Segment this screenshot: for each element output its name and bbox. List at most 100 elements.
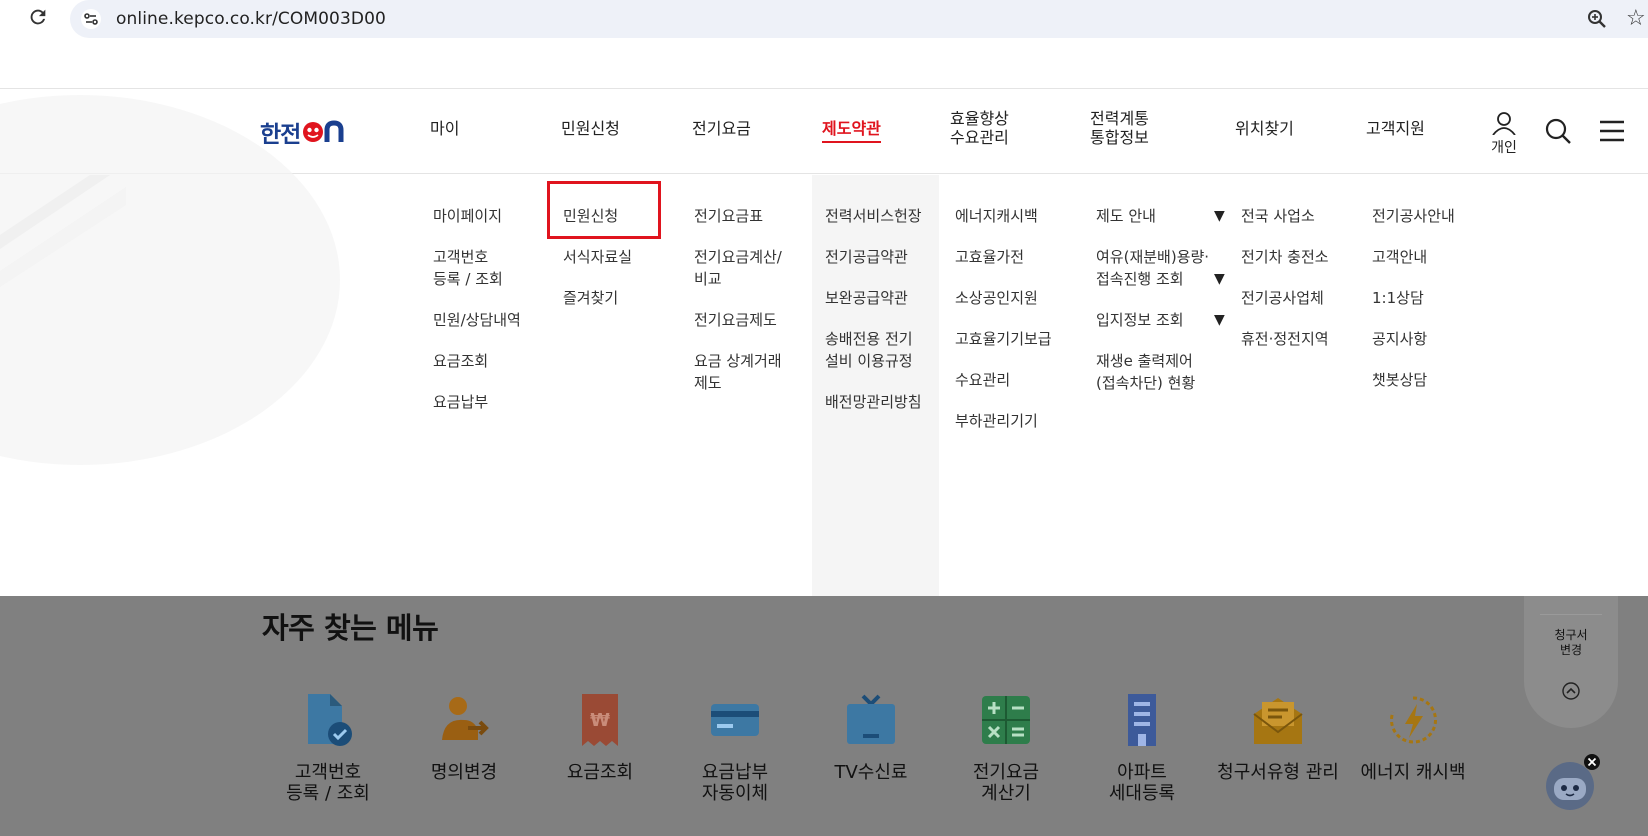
apartment-icon (1128, 694, 1156, 746)
menu-link[interactable]: 고효율기기보급 (955, 328, 1052, 350)
nav-my[interactable]: 마이 (430, 119, 459, 139)
menu-link[interactable]: 전기공사업체 (1241, 287, 1329, 309)
menu-link-line: 접속진행 조회 (1096, 270, 1184, 288)
person-icon (1492, 112, 1516, 136)
menu-link[interactable]: 1:1상담 (1372, 287, 1455, 309)
menu-link[interactable]: 고객번호 등록 / 조회 (433, 246, 521, 290)
menu-link[interactable]: 챗봇상담 (1372, 369, 1455, 391)
menu-link-line: 등록 / 조회 (433, 270, 503, 288)
browser-toolbar: online.kepco.co.kr/COM003D00 ☆ (0, 0, 1648, 38)
menu-link-line: 비교 (694, 270, 722, 288)
menu-link[interactable]: 고객안내 (1372, 246, 1455, 268)
quick-menu-rate-calculator[interactable]: 전기요금 계산기 (941, 690, 1071, 804)
url-text[interactable]: online.kepco.co.kr/COM003D00 (116, 9, 386, 29)
menu-link[interactable]: 소상공인지원 (955, 287, 1052, 309)
menu-link[interactable]: 민원/상담내역 (433, 309, 521, 331)
expand-arrow-icon[interactable]: ▼ (1214, 268, 1225, 290)
nav-grid-info[interactable]: 전력계통 통합정보 (1090, 109, 1149, 147)
menu-link[interactable]: 전국 사업소 (1241, 205, 1329, 227)
quick-menu-label: 전기요금 계산기 (972, 762, 1040, 804)
quick-menu-label: 청구서유형 관리 (1217, 762, 1339, 783)
scroll-top-icon[interactable] (1562, 682, 1580, 700)
expand-arrow-icon[interactable]: ▼ (1214, 309, 1225, 331)
quick-menu-energy-cashback[interactable]: 에너지 캐시백 (1348, 690, 1478, 783)
quick-menu-label: TV수신료 (834, 762, 908, 783)
nav-customer-support[interactable]: 고객지원 (1366, 119, 1425, 139)
bookmark-star-icon[interactable]: ☆ (1626, 6, 1646, 31)
quick-menu-label: 아파트 세대등록 (1108, 762, 1176, 804)
expand-arrow-icon[interactable]: ▼ (1214, 205, 1225, 227)
side-float-panel: 청구서 변경 (1524, 596, 1618, 728)
person-transfer-icon (442, 697, 489, 740)
zoom-icon[interactable] (1586, 8, 1608, 30)
quick-menu-auto-payment[interactable]: 요금납부 자동이체 (670, 690, 800, 804)
quick-menu-label: 요금납부 자동이체 (701, 762, 769, 804)
quick-menu-rate-inquiry[interactable]: ₩ 요금조회 (535, 690, 665, 783)
quick-menu-apartment-registration[interactable]: 아파트 세대등록 (1077, 690, 1207, 804)
reload-icon[interactable] (26, 6, 50, 30)
bill-change-button[interactable]: 청구서 변경 (1524, 628, 1618, 658)
menu-link-line: 제도 (694, 374, 722, 392)
menu-link[interactable]: 요금납부 (433, 391, 521, 413)
document-check-icon (308, 694, 352, 746)
menu-link[interactable]: 여유(재분배)용량· 접속진행 조회 ▼ (1096, 246, 1225, 290)
menu-link-line: 요금 상계거래 (694, 352, 782, 370)
energy-cashback-icon (1390, 696, 1437, 744)
menu-link[interactable]: 전기공사안내 (1372, 205, 1455, 227)
logo-text: 한전 (260, 122, 301, 148)
quick-menu-bill-type[interactable]: 청구서유형 관리 (1213, 690, 1343, 783)
menu-link[interactable]: 전기공급약관 (825, 246, 922, 268)
menu-link[interactable]: 요금조회 (433, 350, 521, 372)
menu-link[interactable]: 마이페이지 (433, 205, 521, 227)
decorative-stripes (0, 175, 126, 287)
menu-col-location: 전국 사업소 전기차 충전소 전기공사업체 휴전·정전지역 (1241, 205, 1329, 369)
menu-link[interactable]: 배전망관리방침 (825, 391, 922, 413)
menu-link[interactable]: 서식자료실 (563, 246, 632, 268)
menu-link[interactable]: 보완공급약관 (825, 287, 922, 309)
menu-link[interactable]: 입지정보 조회 ▼ (1096, 309, 1225, 331)
menu-link[interactable]: 요금 상계거래제도 (694, 350, 782, 394)
quick-menu-label: 고객번호 등록 / 조회 (286, 762, 370, 804)
quick-menu-label: 명의변경 (430, 762, 498, 783)
nav-efficiency[interactable]: 효율향상 수요관리 (950, 109, 1009, 147)
site-settings-icon[interactable] (80, 8, 102, 30)
menu-link[interactable]: 전력서비스헌장 (825, 205, 922, 227)
menu-link[interactable]: 전기차 충전소 (1241, 246, 1329, 268)
menu-link-line: 입지정보 조회 (1096, 311, 1184, 329)
personal-button[interactable]: 개인 (1486, 111, 1522, 157)
quick-menu-name-change[interactable]: 명의변경 (399, 690, 529, 783)
menu-link[interactable]: 공지사항 (1372, 328, 1455, 350)
menu-link[interactable]: 고효율가전 (955, 246, 1052, 268)
won-receipt-icon: ₩ (582, 694, 618, 746)
nav-civil-petition[interactable]: 민원신청 (561, 119, 620, 139)
menu-col-rates: 전기요금표 전기요금계산/비교 전기요금제도 요금 상계거래제도 (694, 205, 782, 413)
menu-link[interactable]: 제도 안내 ▼ (1096, 205, 1225, 227)
kepco-on-logo[interactable]: 한전 (260, 117, 346, 148)
calculator-icon (982, 696, 1030, 744)
quick-menu-customer-number[interactable]: 고객번호 등록 / 조회 (263, 690, 393, 804)
nav-policy-terms[interactable]: 제도약관 (822, 119, 881, 143)
quick-menu-tv-fee[interactable]: TV수신료 (806, 690, 936, 783)
tv-icon (847, 694, 895, 744)
menu-link-line: 재생e 출력제어 (1096, 352, 1193, 370)
chatbot-icon[interactable] (1540, 752, 1602, 814)
hamburger-menu-icon[interactable] (1598, 119, 1626, 145)
menu-link[interactable]: 수요관리 (955, 369, 1052, 391)
menu-link-line: 설비 이용규정 (825, 352, 913, 370)
search-icon[interactable] (1544, 117, 1574, 147)
menu-link[interactable]: 즐겨찾기 (563, 287, 632, 309)
menu-link[interactable]: 재생e 출력제어 (접속차단) 현황 (1096, 350, 1209, 394)
menu-link[interactable]: 전기요금표 (694, 205, 782, 227)
nav-electric-rates[interactable]: 전기요금 (692, 119, 751, 139)
menu-link[interactable]: 전기요금계산/비교 (694, 246, 782, 290)
menu-link[interactable]: 휴전·정전지역 (1241, 328, 1329, 350)
quick-menu-label: 에너지 캐시백 (1360, 762, 1466, 783)
menu-link[interactable]: 전기요금제도 (694, 309, 782, 331)
menu-link[interactable]: 송배전용 전기 설비 이용규정 (825, 328, 922, 372)
credit-card-icon (711, 704, 759, 736)
nav-location[interactable]: 위치찾기 (1235, 119, 1294, 139)
menu-col-my: 마이페이지 고객번호 등록 / 조회 민원/상담내역 요금조회 요금납부 (433, 205, 521, 432)
menu-link[interactable]: 부하관리기기 (955, 410, 1052, 432)
menu-link[interactable]: 에너지캐시백 (955, 205, 1052, 227)
menu-col-support: 전기공사안내 고객안내 1:1상담 공지사항 챗봇상담 (1372, 205, 1455, 410)
